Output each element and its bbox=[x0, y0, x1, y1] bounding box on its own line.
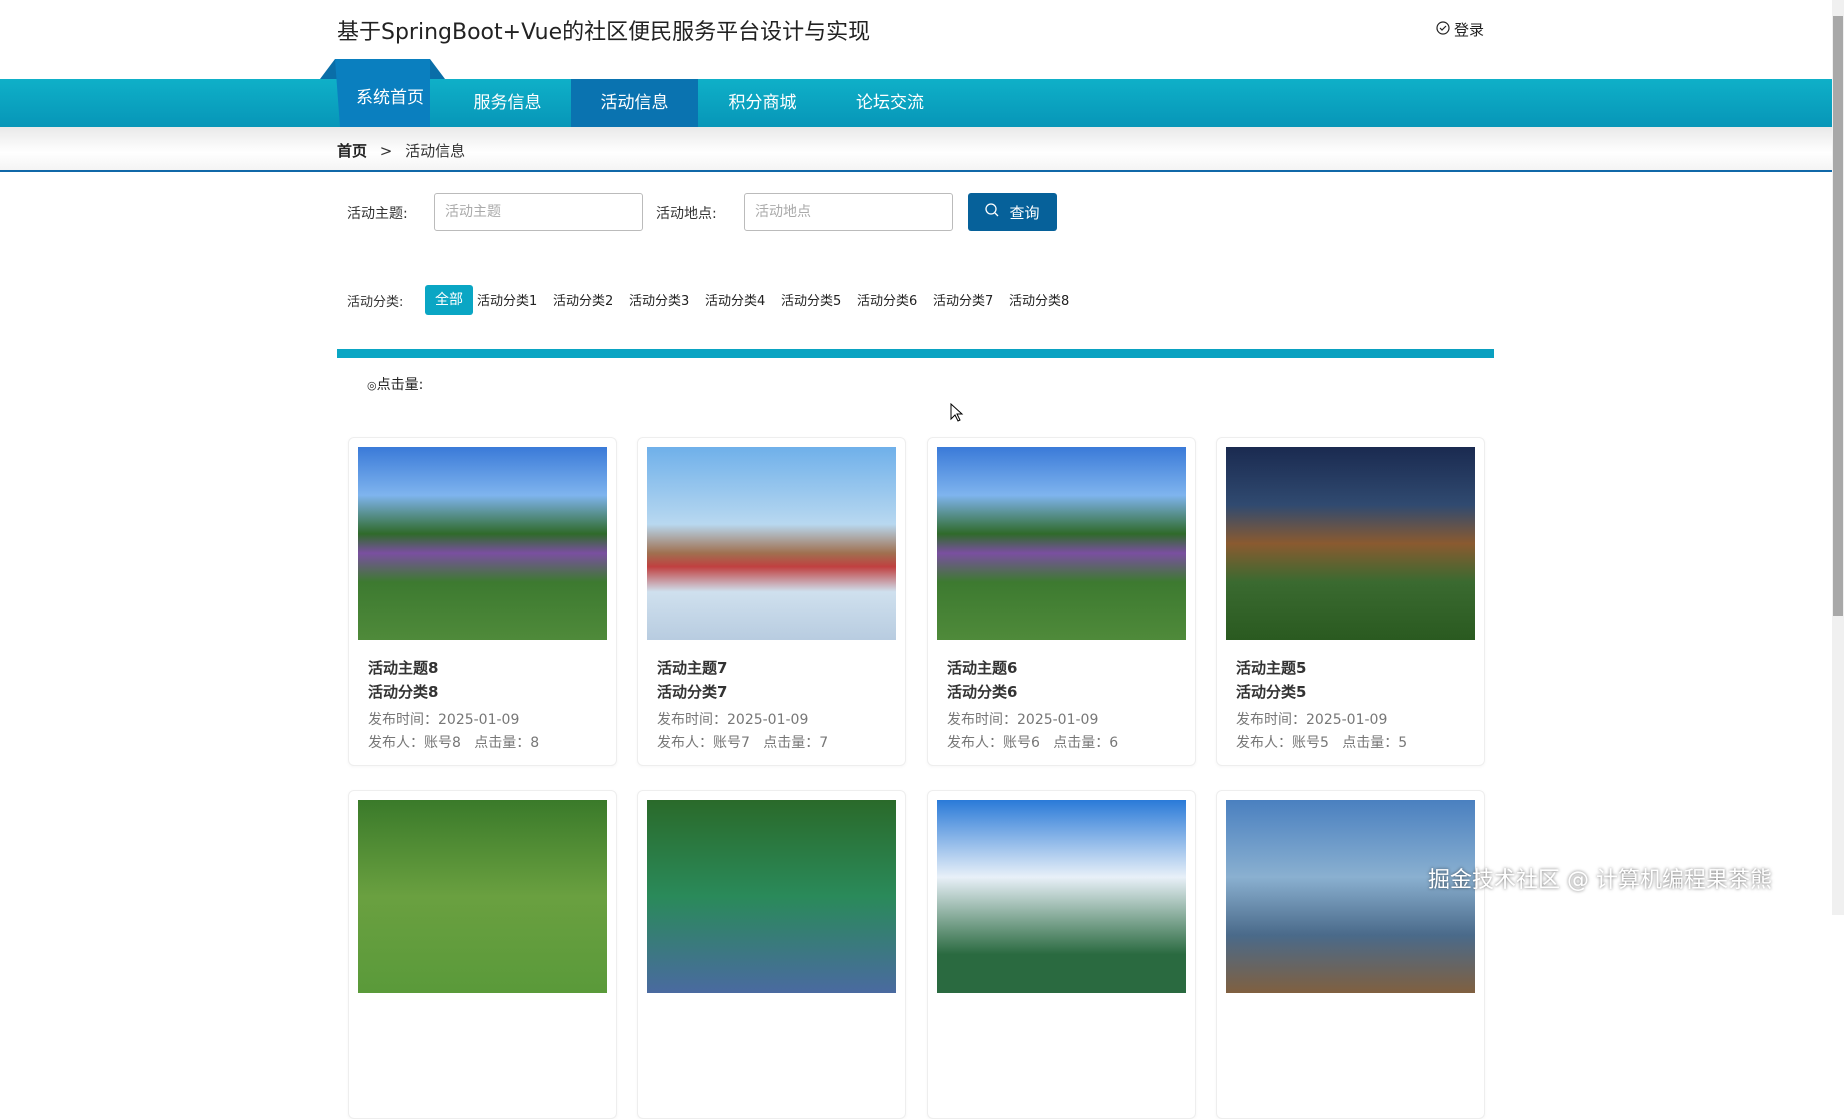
category-item[interactable]: 活动分类4 bbox=[705, 290, 765, 309]
category-item[interactable]: 活动分类7 bbox=[933, 290, 993, 309]
activity-card[interactable]: 活动主题7 活动分类7 发布时间：2025-01-09 发布人：账号7 点击量：7 bbox=[637, 437, 906, 766]
activity-card[interactable]: 活动主题8 活动分类8 发布时间：2025-01-09 发布人：账号8 点击量：8 bbox=[348, 437, 617, 766]
category-all[interactable]: 全部 bbox=[425, 285, 473, 315]
theme-label: 活动主题: bbox=[347, 203, 408, 223]
activity-card[interactable]: 活动主题5 活动分类5 发布时间：2025-01-09 发布人：账号5 点击量：5 bbox=[1216, 437, 1485, 766]
activity-image[interactable] bbox=[937, 800, 1186, 993]
nav-service[interactable]: 服务信息 bbox=[455, 79, 560, 127]
category-item[interactable]: 活动分类1 bbox=[477, 290, 537, 309]
mouse-cursor-icon bbox=[950, 403, 964, 427]
search-button[interactable]: 查询 bbox=[968, 193, 1057, 231]
activity-card[interactable] bbox=[348, 790, 617, 1119]
card-title: 活动主题7 bbox=[657, 657, 727, 678]
activity-image[interactable] bbox=[647, 447, 896, 640]
activity-card[interactable] bbox=[927, 790, 1196, 1119]
place-input[interactable] bbox=[744, 193, 953, 231]
activity-image[interactable] bbox=[358, 800, 607, 993]
activity-card[interactable]: 活动主题6 活动分类6 发布时间：2025-01-09 发布人：账号6 点击量：6 bbox=[927, 437, 1196, 766]
search-icon bbox=[985, 203, 999, 221]
card-time: 发布时间：2025-01-09 bbox=[657, 709, 808, 729]
category-item[interactable]: 活动分类2 bbox=[553, 290, 613, 309]
card-category: 活动分类8 bbox=[368, 681, 438, 702]
category-item[interactable]: 活动分类6 bbox=[857, 290, 917, 309]
breadcrumb-bar bbox=[0, 127, 1832, 172]
card-time: 发布时间：2025-01-09 bbox=[1236, 709, 1387, 729]
category-label: 活动分类: bbox=[347, 291, 403, 310]
theme-input[interactable] bbox=[434, 193, 643, 231]
search-button-label: 查询 bbox=[1009, 202, 1039, 223]
nav-home[interactable]: 系统首页 bbox=[345, 74, 435, 122]
card-category: 活动分类7 bbox=[657, 681, 727, 702]
breadcrumb: 首页 > 活动信息 bbox=[337, 140, 465, 161]
card-category: 活动分类5 bbox=[1236, 681, 1306, 702]
nav-activity[interactable]: 活动信息 bbox=[571, 79, 698, 127]
eye-icon: ◎ bbox=[367, 379, 377, 392]
breadcrumb-home[interactable]: 首页 bbox=[337, 142, 367, 160]
sort-label: 点击量: bbox=[377, 377, 424, 393]
site-title: 基于SpringBoot+Vue的社区便民服务平台设计与实现 bbox=[337, 14, 870, 46]
divider-bar bbox=[337, 349, 1494, 358]
activity-image[interactable] bbox=[1226, 447, 1475, 640]
card-meta: 发布人：账号8 点击量：8 bbox=[368, 732, 539, 752]
category-item[interactable]: 活动分类8 bbox=[1009, 290, 1069, 309]
activity-image[interactable] bbox=[647, 800, 896, 993]
nav-forum[interactable]: 论坛交流 bbox=[835, 79, 945, 127]
nav-mall[interactable]: 积分商城 bbox=[705, 79, 820, 127]
scrollbar-thumb[interactable] bbox=[1833, 16, 1843, 616]
activity-image[interactable] bbox=[1226, 800, 1475, 993]
login-label: 登录 bbox=[1454, 19, 1484, 40]
activity-image[interactable] bbox=[358, 447, 607, 640]
card-meta: 发布人：账号6 点击量：6 bbox=[947, 732, 1118, 752]
activity-card[interactable] bbox=[1216, 790, 1485, 1119]
card-title: 活动主题5 bbox=[1236, 657, 1306, 678]
activity-card[interactable] bbox=[637, 790, 906, 1119]
card-meta: 发布人：账号5 点击量：5 bbox=[1236, 732, 1407, 752]
card-meta: 发布人：账号7 点击量：7 bbox=[657, 732, 828, 752]
card-time: 发布时间：2025-01-09 bbox=[368, 709, 519, 729]
category-item[interactable]: 活动分类5 bbox=[781, 290, 841, 309]
category-item[interactable]: 活动分类3 bbox=[629, 290, 689, 309]
place-label: 活动地点: bbox=[656, 203, 717, 223]
card-category: 活动分类6 bbox=[947, 681, 1017, 702]
card-title: 活动主题8 bbox=[368, 657, 438, 678]
watermark: 掘金技术社区 @ 计算机编程果茶熊 bbox=[1428, 862, 1772, 894]
breadcrumb-current: 活动信息 bbox=[405, 142, 465, 160]
login-link[interactable]: 登录 bbox=[1436, 19, 1484, 40]
breadcrumb-sep: > bbox=[380, 142, 393, 160]
card-title: 活动主题6 bbox=[947, 657, 1017, 678]
check-circle-icon bbox=[1436, 21, 1450, 39]
card-time: 发布时间：2025-01-09 bbox=[947, 709, 1098, 729]
sort-clicks[interactable]: ◎点击量: bbox=[367, 374, 423, 394]
activity-image[interactable] bbox=[937, 447, 1186, 640]
